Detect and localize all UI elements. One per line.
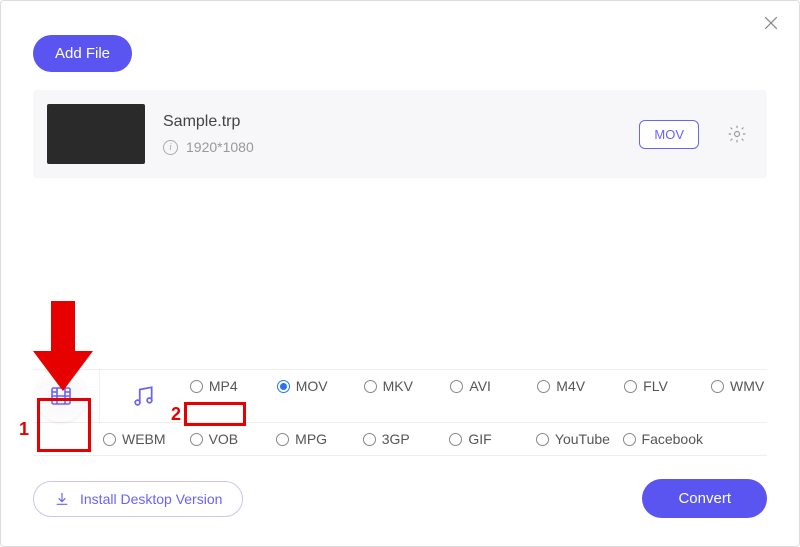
format-option-3gp[interactable]: 3GP bbox=[359, 423, 446, 455]
format-option-label: WEBM bbox=[122, 431, 166, 447]
radio-icon bbox=[711, 380, 724, 393]
format-option-avi[interactable]: AVI bbox=[446, 370, 533, 402]
radio-icon bbox=[450, 380, 463, 393]
format-option-label: VOB bbox=[209, 431, 239, 447]
radio-icon bbox=[537, 380, 550, 393]
radio-icon bbox=[276, 433, 289, 446]
radio-icon bbox=[190, 433, 203, 446]
audio-formats-tab[interactable] bbox=[99, 370, 186, 422]
radio-icon bbox=[190, 380, 203, 393]
file-card: Sample.trp i 1920*1080 MOV bbox=[33, 90, 767, 178]
music-icon bbox=[130, 383, 156, 409]
format-option-flv[interactable]: FLV bbox=[620, 370, 707, 402]
format-option-vob[interactable]: VOB bbox=[186, 423, 273, 455]
video-formats-tab[interactable] bbox=[35, 370, 87, 422]
format-option-label: AVI bbox=[469, 378, 491, 394]
format-option-label: YouTube bbox=[555, 431, 610, 447]
format-option-mpg[interactable]: MPG bbox=[272, 423, 359, 455]
output-format-tag[interactable]: MOV bbox=[639, 120, 699, 149]
radio-icon bbox=[103, 433, 116, 446]
bottom-bar: Install Desktop Version Convert bbox=[33, 479, 767, 518]
file-name: Sample.trp bbox=[163, 113, 621, 131]
format-option-label: MPG bbox=[295, 431, 327, 447]
radio-icon bbox=[277, 380, 290, 393]
format-option-label: MKV bbox=[383, 378, 413, 394]
add-file-button[interactable]: Add File bbox=[33, 35, 132, 72]
close-button[interactable] bbox=[761, 13, 781, 38]
install-desktop-label: Install Desktop Version bbox=[80, 491, 222, 507]
format-option-gif[interactable]: GIF bbox=[445, 423, 532, 455]
format-panel: MP4 MOV MKV AVI M4V FLV WMV WEBM VOB MPG 3GP GIF Yo… bbox=[33, 369, 767, 456]
gear-icon bbox=[727, 124, 747, 144]
format-option-m4v[interactable]: M4V bbox=[533, 370, 620, 402]
radio-icon bbox=[536, 433, 549, 446]
format-option-label: MP4 bbox=[209, 378, 238, 394]
close-icon bbox=[761, 13, 781, 33]
file-resolution: 1920*1080 bbox=[186, 139, 254, 155]
format-option-facebook[interactable]: Facebook bbox=[619, 423, 707, 455]
format-option-label: MOV bbox=[296, 378, 328, 394]
download-icon bbox=[54, 491, 70, 507]
format-option-label: Facebook bbox=[642, 431, 703, 447]
convert-button[interactable]: Convert bbox=[642, 479, 767, 518]
format-option-mov[interactable]: MOV bbox=[273, 370, 360, 402]
radio-icon bbox=[623, 433, 636, 446]
install-desktop-button[interactable]: Install Desktop Version bbox=[33, 481, 243, 517]
format-option-label: GIF bbox=[468, 431, 491, 447]
format-option-label: WMV bbox=[730, 378, 764, 394]
radio-icon bbox=[449, 433, 462, 446]
format-option-youtube[interactable]: YouTube bbox=[532, 423, 619, 455]
format-option-label: M4V bbox=[556, 378, 585, 394]
info-icon[interactable]: i bbox=[163, 140, 178, 155]
radio-icon bbox=[364, 380, 377, 393]
settings-button[interactable] bbox=[727, 124, 747, 144]
annotation-number-1: 1 bbox=[19, 419, 29, 440]
video-thumbnail[interactable] bbox=[47, 104, 145, 164]
radio-icon bbox=[624, 380, 637, 393]
format-option-label: 3GP bbox=[382, 431, 410, 447]
format-option-wmv[interactable]: WMV bbox=[707, 370, 767, 402]
format-option-mp4[interactable]: MP4 bbox=[186, 370, 273, 402]
format-option-mkv[interactable]: MKV bbox=[360, 370, 447, 402]
format-option-label: FLV bbox=[643, 378, 668, 394]
radio-icon bbox=[363, 433, 376, 446]
format-option-webm[interactable]: WEBM bbox=[99, 423, 186, 455]
film-icon bbox=[49, 384, 73, 408]
